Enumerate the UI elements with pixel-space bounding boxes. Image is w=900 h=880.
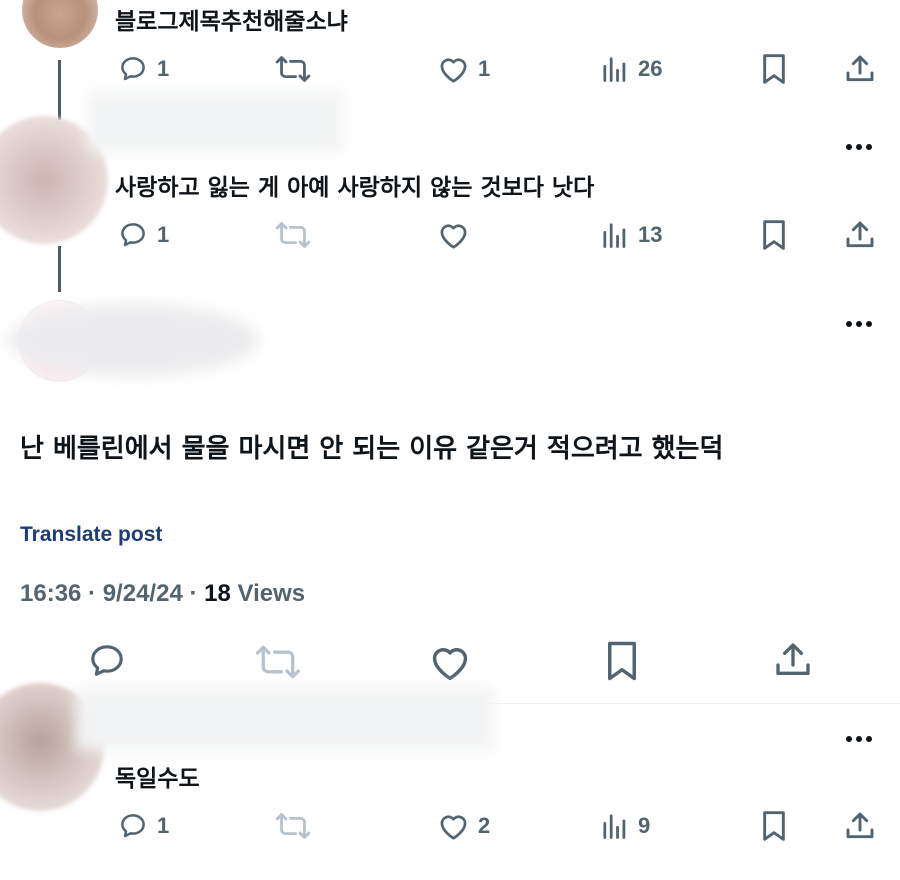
more-options-button[interactable] — [846, 144, 872, 150]
reply-count: 1 — [157, 813, 170, 838]
like-button[interactable] — [428, 642, 472, 682]
reply-count: 1 — [157, 56, 170, 81]
reply-button[interactable]: 1 — [117, 220, 169, 250]
like-button[interactable]: 2 — [437, 811, 490, 841]
reply-button[interactable]: 1 — [117, 54, 169, 84]
views-count: 9 — [638, 813, 651, 838]
author-name-blurred[interactable] — [8, 304, 258, 376]
share-button[interactable] — [844, 810, 876, 842]
author-name-blurred[interactable] — [76, 687, 494, 751]
share-upload-icon — [846, 221, 874, 248]
views-count[interactable]: 18 — [204, 580, 231, 607]
heart-icon — [432, 648, 468, 681]
repost-button[interactable] — [255, 644, 301, 680]
reply-text: 블로그제목추천해줄소냐 — [115, 9, 348, 35]
bookmark-button[interactable] — [760, 810, 788, 842]
more-dots-icon — [846, 321, 852, 327]
like-button[interactable]: 1 — [437, 54, 490, 84]
repost-arrows-icon — [275, 813, 311, 839]
post-metadata: 16:36 · 9/24/24 · 18 Views — [20, 580, 305, 608]
heart-icon — [440, 224, 467, 249]
share-upload-icon — [846, 55, 874, 82]
bar-chart-icon — [603, 223, 626, 248]
share-button[interactable] — [773, 640, 813, 680]
thread-line — [58, 60, 61, 120]
reply-count: 1 — [157, 222, 170, 247]
views-button[interactable]: 13 — [600, 221, 662, 249]
bookmark-button[interactable] — [760, 53, 788, 85]
reply-text: 독일수도 — [115, 766, 200, 792]
heart-icon — [440, 815, 467, 840]
repost-button[interactable] — [275, 221, 311, 249]
views-label: Views — [230, 580, 306, 607]
author-name-blurred[interactable] — [88, 92, 343, 152]
bar-chart-icon — [603, 814, 626, 839]
bookmark-icon — [763, 54, 785, 84]
heart-icon — [440, 58, 467, 83]
more-options-button[interactable] — [846, 736, 872, 742]
speech-bubble-icon — [91, 645, 123, 676]
translate-post-link[interactable]: Translate post — [20, 523, 162, 547]
like-count: 1 — [478, 56, 491, 81]
bar-chart-icon — [603, 57, 626, 82]
share-upload-icon — [846, 812, 874, 839]
post-text: 난 베를린에서 물을 마시면 안 되는 이유 같은거 적으려고 했는덕 — [20, 434, 724, 464]
speech-bubble-icon — [121, 223, 145, 247]
more-dots-icon — [846, 144, 852, 150]
repost-button[interactable] — [275, 55, 311, 83]
views-button[interactable]: 26 — [600, 55, 662, 83]
more-dots-icon — [846, 736, 852, 742]
reply-text: 사랑하고 잃는 게 아예 사랑하지 않는 것보다 낫다 — [115, 175, 595, 201]
avatar[interactable] — [22, 0, 98, 48]
bookmark-button[interactable] — [604, 640, 640, 682]
views-button[interactable]: 9 — [600, 812, 650, 840]
reply-button[interactable]: 1 — [117, 811, 169, 841]
repost-button[interactable] — [275, 812, 311, 840]
repost-arrows-icon — [275, 222, 311, 248]
like-count: 2 — [478, 813, 491, 838]
bookmark-button[interactable] — [760, 219, 788, 251]
like-button[interactable] — [437, 220, 470, 250]
share-button[interactable] — [844, 219, 876, 251]
timestamp: 16:36 · 9/24/24 · — [20, 580, 205, 607]
repost-arrows-icon — [255, 645, 301, 679]
thread-line — [58, 246, 61, 292]
more-options-button[interactable] — [846, 321, 872, 327]
share-upload-icon — [776, 643, 810, 675]
speech-bubble-icon — [121, 57, 145, 81]
bookmark-icon — [763, 220, 785, 250]
views-count: 13 — [638, 222, 663, 247]
bookmark-icon — [763, 811, 785, 841]
speech-bubble-icon — [121, 814, 145, 838]
reply-button[interactable] — [86, 641, 128, 681]
repost-arrows-icon — [275, 56, 311, 82]
bookmark-icon — [608, 641, 636, 681]
views-count: 26 — [638, 56, 663, 81]
share-button[interactable] — [844, 53, 876, 85]
